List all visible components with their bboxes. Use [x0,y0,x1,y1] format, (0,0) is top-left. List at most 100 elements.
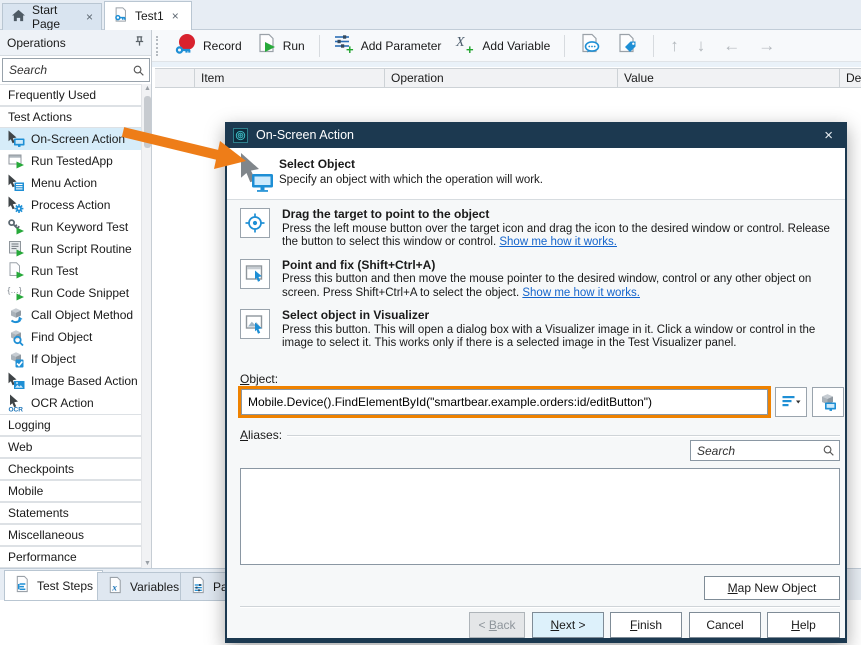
option-title: Point and fix (Shift+Ctrl+A) [282,259,836,273]
finish-button[interactable]: Finish [610,612,682,638]
scroll-thumb[interactable] [144,96,151,148]
dialog-app-icon [233,128,248,143]
dialog-header-title: Select Object [279,157,355,171]
toolbar-grip[interactable] [156,36,160,56]
point-and-fix-button[interactable] [240,259,270,289]
on-screen-action-dialog: On-Screen Action × Select Object Specify… [225,122,847,643]
toolbar-bottom-strip [152,62,861,67]
group-mobile[interactable]: Mobile [0,480,152,502]
add-parameter-button[interactable]: + Add Parameter [330,31,446,60]
tab-test1[interactable]: Test1 × [104,1,192,30]
column-header-item[interactable]: Item [195,69,385,87]
tab-test-steps[interactable]: Test Steps [4,570,103,601]
aliases-divider [287,435,840,437]
variables-icon: x [107,576,124,597]
record-icon [174,32,198,59]
cancel-button[interactable]: Cancel [689,612,761,638]
group-performance[interactable]: Performance [0,546,152,568]
svg-text:OCR: OCR [9,407,24,413]
home-icon [11,9,26,25]
search-icon [822,444,835,460]
operation-image-based-action[interactable]: Image Based Action [0,370,152,392]
dialog-header-subtitle: Specify an object with which the operati… [279,174,543,186]
operations-panel: Operations Frequently Used Test Actions … [0,30,152,568]
group-miscellaneous[interactable]: Miscellaneous [0,524,152,546]
move-right-icon[interactable]: → [752,36,781,56]
operation-on-screen-action[interactable]: On-Screen Action [0,128,152,150]
column-header-value[interactable]: Value [618,69,840,87]
object-format-dropdown-button[interactable] [775,387,807,417]
show-me-how-link[interactable]: Show me how it works. [499,236,617,248]
aliases-search[interactable] [690,440,840,461]
operation-run-testedapp[interactable]: Run TestedApp [0,150,152,172]
svg-text:{…}: {…} [8,285,22,295]
operation-call-object-method[interactable]: Call Object Method [0,304,152,326]
dialog-titlebar[interactable]: On-Screen Action × [225,122,847,148]
keyword-test-icon [113,6,129,26]
run-icon [256,33,278,58]
cursor-image-icon [7,372,25,390]
move-up-icon[interactable]: ↑ [664,36,685,56]
group-frequently-used[interactable]: Frequently Used [0,84,152,106]
map-new-object-button[interactable]: Map New Object [704,576,840,600]
svg-text:+: + [346,42,354,55]
group-web[interactable]: Web [0,436,152,458]
group-test-actions[interactable]: Test Actions [0,106,152,128]
operation-run-script-routine[interactable]: Run Script Routine [0,238,152,260]
cursor-monitor-icon [7,130,25,148]
operation-run-test[interactable]: Run Test [0,260,152,282]
back-button[interactable]: < Back [469,612,525,638]
option-title: Drag the target to point to the object [282,208,836,222]
tab-variables[interactable]: x Variables [97,572,189,601]
aliases-list[interactable] [240,468,840,565]
column-header[interactable] [155,69,195,87]
tag-button[interactable] [612,31,643,61]
operations-search[interactable] [2,58,150,82]
tab-label: Test1 [135,9,164,23]
option-point-and-fix: Point and fix (Shift+Ctrl+A) Press this … [240,259,836,301]
close-tab-icon[interactable]: × [172,9,179,23]
operations-search-input[interactable] [3,59,149,81]
option-drag-target: Drag the target to point to the object P… [240,208,836,250]
main-toolbar: Record Run + Add Parameter X+ Add Variab… [152,30,861,62]
doc-run-icon [7,262,25,280]
key-run-icon [7,218,25,236]
object-if-icon [7,350,25,368]
close-dialog-icon[interactable]: × [818,127,839,144]
operation-ocr-action[interactable]: OCR OCR Action [0,392,152,414]
help-button[interactable]: Help [767,612,840,638]
group-logging[interactable]: Logging [0,414,152,436]
column-header-description[interactable]: Descri [840,69,861,87]
next-button[interactable]: Next > [532,612,604,638]
app-window: Start Page × Test1 × Operations Frequent… [0,0,861,645]
group-checkpoints[interactable]: Checkpoints [0,458,152,480]
show-me-how-link[interactable]: Show me how it works. [522,287,640,299]
tag-icon [616,33,639,59]
add-variable-button[interactable]: X+ Add Variable [451,31,554,60]
parameters-icon [190,576,207,597]
close-tab-icon[interactable]: × [86,10,93,24]
operation-if-object[interactable]: If Object [0,348,152,370]
object-input[interactable] [241,389,768,415]
select-object-options: Drag the target to point to the object P… [240,208,836,360]
drag-target-button[interactable] [240,208,270,238]
highlight-object-button[interactable] [812,387,844,417]
window-run-icon [7,152,25,170]
aliases-search-input[interactable] [691,441,839,460]
move-left-icon[interactable]: ← [717,36,746,56]
run-button[interactable]: Run [252,31,309,60]
operation-find-object[interactable]: Find Object [0,326,152,348]
operation-run-code-snippet[interactable]: {…} Run Code Snippet [0,282,152,304]
move-down-icon[interactable]: ↓ [691,36,712,56]
operation-run-keyword-test[interactable]: Run Keyword Test [0,216,152,238]
operation-process-action[interactable]: Process Action [0,194,152,216]
comment-button[interactable] [575,31,606,61]
record-button[interactable]: Record [170,30,246,61]
select-in-visualizer-button[interactable] [240,309,270,339]
pin-icon[interactable] [134,35,145,50]
operation-menu-action[interactable]: Menu Action [0,172,152,194]
option-text: Press this button. This will open a dial… [282,324,815,350]
group-statements[interactable]: Statements [0,502,152,524]
tab-start-page[interactable]: Start Page × [2,3,102,30]
column-header-operation[interactable]: Operation [385,69,618,87]
